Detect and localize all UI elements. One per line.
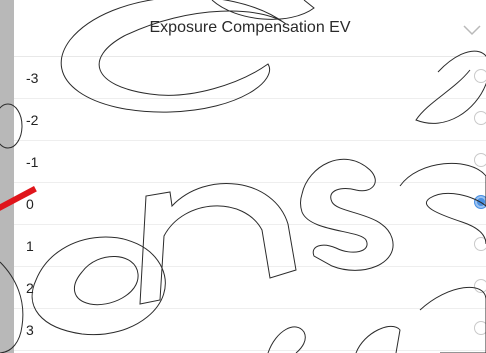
- ev-option-label: -3: [26, 70, 39, 86]
- ev-option-row[interactable]: 3: [14, 309, 486, 351]
- exposure-compensation-sheet: Exposure Compensation EV -3 -2 -1 0 1 2 …: [14, 0, 486, 353]
- screen: Exposure Compensation EV -3 -2 -1 0 1 2 …: [0, 0, 486, 353]
- ev-option-label: -2: [26, 112, 39, 128]
- radio-button[interactable]: [474, 153, 486, 167]
- radio-button-selected[interactable]: [474, 195, 486, 209]
- sheet-title: Exposure Compensation EV: [149, 19, 351, 36]
- ev-option-label: 2: [26, 280, 34, 296]
- ev-option-list: -3 -2 -1 0 1 2 3: [14, 57, 486, 351]
- radio-button[interactable]: [474, 279, 486, 293]
- ev-option-row[interactable]: -1: [14, 141, 486, 183]
- ev-option-label: 3: [26, 322, 34, 338]
- ev-option-row[interactable]: 1: [14, 225, 486, 267]
- collapse-button[interactable]: [458, 16, 486, 44]
- ev-option-row[interactable]: 2: [14, 267, 486, 309]
- ev-option-row[interactable]: 0: [14, 183, 486, 225]
- ev-option-label: -1: [26, 154, 39, 170]
- radio-button[interactable]: [474, 237, 486, 251]
- ev-option-row[interactable]: -2: [14, 99, 486, 141]
- radio-button[interactable]: [474, 69, 486, 83]
- ev-option-row[interactable]: -3: [14, 57, 486, 99]
- radio-button[interactable]: [474, 321, 486, 335]
- sheet-header: Exposure Compensation EV: [14, 0, 486, 57]
- ev-option-label: 1: [26, 238, 34, 254]
- radio-button[interactable]: [474, 111, 486, 125]
- chevron-down-icon: [463, 25, 481, 36]
- ev-option-label: 0: [26, 196, 34, 212]
